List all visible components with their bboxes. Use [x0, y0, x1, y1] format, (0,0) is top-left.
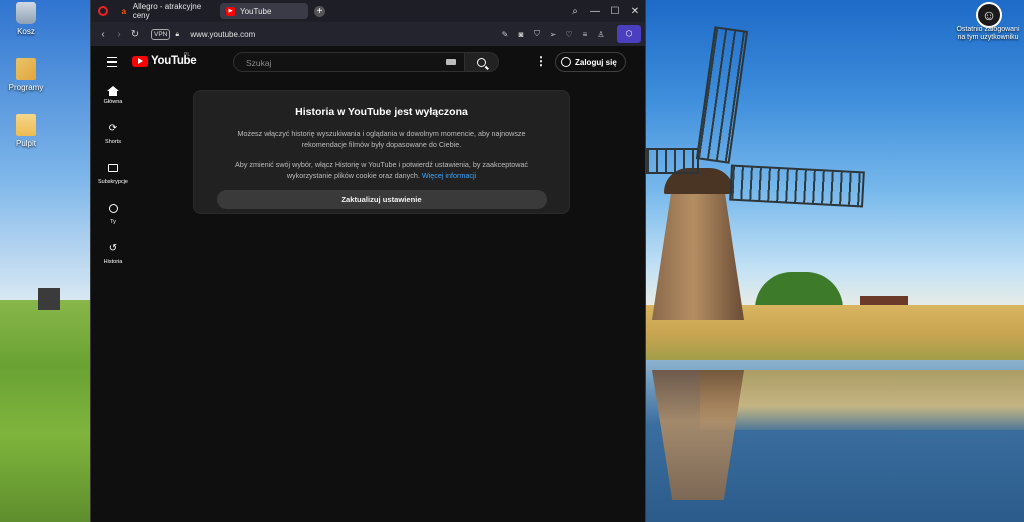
youtube-play-icon	[132, 55, 148, 67]
guide-item-label: Shorts	[105, 139, 121, 145]
guide-item-shorts[interactable]: ⟳ Shorts	[91, 122, 135, 162]
distant-windmill	[38, 288, 60, 310]
youtube-icon: ▶	[226, 6, 235, 16]
close-button[interactable]: ✕	[625, 0, 645, 22]
history-off-text-2: Aby zmienić swój wybór, włącz Historię w…	[224, 159, 539, 181]
youtube-header: YouTube PL ⋮ Zaloguj się	[91, 46, 645, 80]
shield-icon[interactable]: ⛉	[529, 29, 545, 39]
extensions-icon[interactable]: ⬡	[617, 25, 641, 43]
windmill-sail-right	[729, 164, 865, 208]
opera-menu-icon[interactable]	[98, 6, 108, 16]
profile-icon[interactable]: ♙	[593, 30, 609, 39]
address-bar-actions: ✎ ◙ ⛉ ➢ ♡ ≡ ♙	[497, 22, 609, 46]
windmill-sail-left	[645, 148, 699, 174]
search-icon	[477, 57, 486, 67]
search-button[interactable]	[465, 52, 499, 72]
user-account-icon[interactable]: ☺	[976, 2, 1002, 28]
search-box	[233, 52, 465, 72]
account-icon	[561, 57, 571, 67]
url-field[interactable]: www.youtube.com	[190, 30, 255, 39]
desktop-icon-programs[interactable]: Programy	[0, 58, 56, 92]
update-setting-button[interactable]: Zaktualizuj ustawienie	[216, 190, 547, 209]
search-tabs-icon[interactable]: ⌕	[565, 0, 585, 22]
guide-item-subscriptions[interactable]: Subskrypcje	[91, 162, 135, 202]
subscriptions-icon	[107, 162, 119, 174]
history-icon: ↺	[108, 242, 118, 254]
desktop-icon-desktop-folder[interactable]: Pulpit	[0, 114, 56, 148]
vpn-badge[interactable]: VPN	[151, 28, 171, 40]
guide-item-home[interactable]: Główna	[91, 82, 135, 122]
window-controls: ⌕ — ☐ ✕	[565, 0, 645, 22]
wallpaper-reeds-reflection	[700, 370, 1024, 430]
forward-icon[interactable]: ›	[111, 29, 127, 40]
allegro-icon: a	[121, 6, 127, 16]
guide-item-label: Ty	[110, 219, 116, 225]
sign-in-label: Zaloguj się	[575, 57, 617, 67]
maximize-button[interactable]: ☐	[605, 0, 625, 22]
more-info-link[interactable]: Więcej informacji	[422, 171, 476, 180]
recycle-bin-icon	[16, 2, 36, 24]
browser-window: a Allegro - atrakcyjne ceny ▶ YouTube + …	[91, 0, 645, 522]
history-off-text-2-body: Aby zmienić swój wybór, włącz Historię w…	[235, 160, 528, 180]
lock-icon[interactable]: 🔒︎	[175, 31, 182, 38]
address-bar: ‹ › ↻ VPN 🔒︎ www.youtube.com ✎ ◙ ⛉ ➢ ♡ ≡…	[91, 22, 645, 46]
sign-in-button[interactable]: Zaloguj się	[555, 52, 626, 72]
menu-list-icon[interactable]: ≡	[577, 30, 593, 39]
history-off-card: Historia w YouTube jest wyłączona Możesz…	[193, 90, 570, 214]
heart-icon[interactable]: ♡	[561, 30, 577, 39]
youtube-logo[interactable]: YouTube PL	[132, 52, 197, 67]
history-off-text-1: Możesz włączyć historię wyszukiwania i o…	[237, 129, 526, 149]
tab-youtube[interactable]: ▶ YouTube	[220, 3, 308, 19]
search-input[interactable]	[244, 57, 428, 69]
tab-title: YouTube	[240, 6, 272, 16]
history-off-title: Historia w YouTube jest wyłączona	[295, 106, 468, 118]
keyboard-icon[interactable]	[446, 59, 456, 65]
country-code: PL	[184, 52, 191, 58]
wallpaper-sky-left	[0, 0, 92, 300]
youtube-page: YouTube PL ⋮ Zaloguj się Główna ⟳	[91, 46, 645, 522]
guide-item-label: Historia	[103, 259, 123, 265]
folder-icon	[16, 114, 36, 136]
reload-icon[interactable]: ↻	[127, 29, 143, 40]
shorts-icon: ⟳	[108, 122, 118, 134]
programs-icon	[16, 58, 36, 80]
wallpaper-field-left	[0, 300, 92, 522]
edit-icon[interactable]: ✎	[497, 30, 513, 39]
desktop-icon-recycle-bin[interactable]: Kosz	[0, 2, 56, 36]
tab-allegro[interactable]: a Allegro - atrakcyjne ceny	[114, 2, 214, 20]
tab-bar: a Allegro - atrakcyjne ceny ▶ YouTube + …	[91, 0, 645, 22]
more-options-icon[interactable]: ⋮	[535, 55, 547, 67]
guide-item-label: Główna	[103, 99, 123, 105]
guide-item-you[interactable]: Ty	[91, 202, 135, 242]
desktop-icon-label: Programy	[8, 83, 44, 92]
send-icon[interactable]: ➢	[545, 30, 561, 39]
minimize-button[interactable]: —	[585, 0, 605, 22]
you-icon	[107, 202, 119, 214]
tab-title: Allegro - atrakcyjne ceny	[132, 2, 202, 20]
home-icon	[107, 82, 119, 96]
login-hint-text: Ostatnio zalogowani na tym użytkowniku	[956, 26, 1020, 42]
guide-item-label: Subskrypcje	[98, 179, 128, 185]
new-tab-button[interactable]: +	[314, 5, 325, 17]
guide-item-history[interactable]: ↺ Historia	[91, 242, 135, 282]
camera-icon[interactable]: ◙	[513, 30, 529, 39]
guide-sidebar: Główna ⟳ Shorts Subskrypcje Ty ↺ Histori…	[91, 82, 135, 282]
back-icon[interactable]: ‹	[95, 29, 111, 40]
hamburger-menu-icon[interactable]	[107, 57, 117, 67]
desktop-icon-label: Kosz	[17, 27, 35, 36]
desktop-icon-label: Pulpit	[15, 139, 36, 148]
